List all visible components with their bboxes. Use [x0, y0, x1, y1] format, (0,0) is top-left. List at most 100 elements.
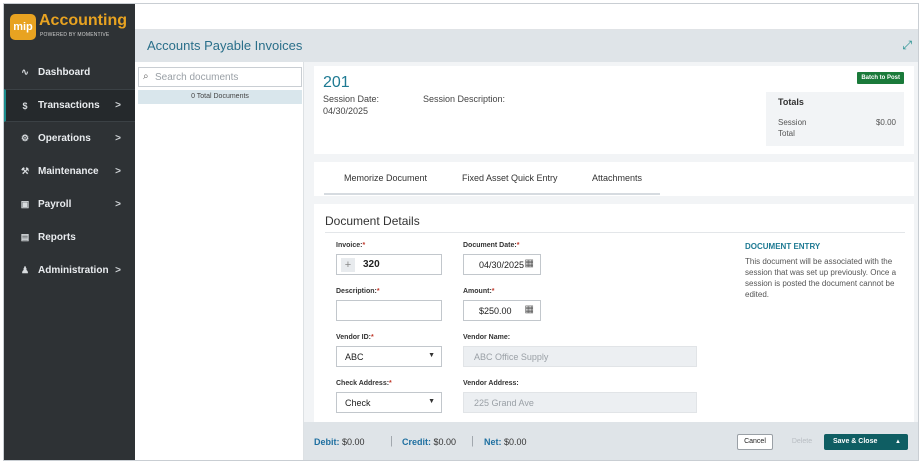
plus-icon[interactable]: + — [341, 258, 355, 272]
tab-memorize-document[interactable]: Memorize Document — [344, 173, 427, 183]
save-close-button[interactable]: Save & Close ▲ — [824, 434, 908, 450]
divider — [325, 232, 905, 233]
caret-up-icon[interactable]: ▲ — [895, 434, 901, 450]
chevron-right-icon: > — [115, 166, 121, 177]
amount-value: $250.00 — [479, 306, 512, 316]
amount-label: Amount:* — [463, 288, 495, 295]
invoice-value: 320 — [363, 259, 380, 270]
sidebar-item-label: Administration — [38, 265, 109, 276]
sidebar-item-reports[interactable]: ▤ Reports — [4, 221, 135, 254]
calculator-icon[interactable]: ▦ — [525, 304, 534, 315]
document-date-label: Document Date:* — [463, 242, 520, 249]
vendor-name-field: ABC Office Supply — [463, 346, 697, 367]
sidebar-item-maintenance[interactable]: ⚒ Maintenance > — [4, 155, 135, 188]
dollar-icon: $ — [22, 100, 28, 111]
sidebar-item-label: Dashboard — [38, 67, 91, 78]
session-card: 201 Session Date: 04/30/2025 Session Des… — [314, 66, 914, 154]
vendor-address-value: 225 Grand Ave — [474, 398, 534, 408]
totals-title: Totals — [778, 97, 804, 107]
document-date-field[interactable]: 04/30/2025 ▦ — [463, 254, 541, 275]
search-box: ⌕ — [138, 67, 302, 87]
tab-fixed-asset-quick-entry[interactable]: Fixed Asset Quick Entry — [462, 173, 558, 183]
logo-title: Accounting — [39, 12, 127, 29]
description-label: Description:* — [336, 288, 380, 295]
session-number: 201 — [323, 74, 350, 91]
amount-field[interactable]: $250.00 ▦ — [463, 300, 541, 321]
vendor-name-value: ABC Office Supply — [474, 352, 549, 362]
vendor-address-field: 225 Grand Ave — [463, 392, 697, 413]
credit-total: Credit: $0.00 — [402, 437, 457, 447]
totals-panel: Totals Session Total $0.00 — [766, 92, 904, 146]
check-address-value: Check — [345, 398, 371, 408]
sidebar-item-label: Transactions — [38, 100, 100, 111]
delete-button[interactable]: Delete — [787, 434, 817, 450]
document-icon: ▤ — [20, 232, 30, 242]
session-date-value: 04/30/2025 — [323, 106, 369, 116]
logo-subtitle: POWERED BY MOMENTIVE — [40, 32, 110, 38]
vendor-id-value: ABC — [345, 352, 364, 362]
search-input[interactable] — [155, 70, 295, 84]
invoice-label: Invoice:* — [336, 242, 366, 249]
sidebar-item-operations[interactable]: ⚙ Operations > — [4, 122, 135, 155]
calendar-icon[interactable]: ▦ — [525, 258, 534, 269]
logo: mip Accounting POWERED BY MOMENTIVE — [8, 12, 132, 42]
chart-line-icon: ∿ — [21, 67, 29, 77]
separator: | — [471, 435, 474, 447]
document-date-value: 04/30/2025 — [479, 260, 525, 270]
cancel-button[interactable]: Cancel — [737, 434, 773, 450]
save-close-label: Save & Close — [833, 438, 878, 445]
sidebar-item-label: Payroll — [38, 199, 72, 210]
net-total: Net: $0.00 — [484, 437, 527, 447]
footer-bar: Debit: $0.00 | Credit: $0.00 | Net: $0.0… — [304, 422, 918, 460]
separator: | — [390, 435, 393, 447]
sidebar: mip Accounting POWERED BY MOMENTIVE ∿ Da… — [4, 4, 135, 460]
tabs-bar: Memorize Document Fixed Asset Quick Entr… — [314, 162, 914, 196]
money-icon: ▣ — [20, 199, 30, 209]
vendor-name-label: Vendor Name: — [463, 334, 511, 341]
sidebar-item-payroll[interactable]: ▣ Payroll > — [4, 188, 135, 221]
check-address-label: Check Address:* — [336, 380, 392, 387]
sidebar-item-transactions[interactable]: $ Transactions > — [4, 89, 135, 122]
document-entry-text: This document will be associated with th… — [745, 257, 897, 299]
session-date-label: Session Date: — [323, 94, 380, 104]
top-bar — [135, 4, 918, 30]
chevron-right-icon: > — [115, 133, 121, 144]
tab-attachments[interactable]: Attachments — [592, 173, 642, 183]
vendor-address-label: Vendor Address: — [463, 380, 519, 387]
invoice-field[interactable]: + 320 — [336, 254, 442, 275]
tabs-underline — [324, 193, 660, 195]
check-address-select[interactable]: Check ▼ — [336, 392, 442, 413]
document-list-panel: ⌕ 0 Total Documents — [135, 62, 304, 460]
page-title: Accounts Payable Invoices — [147, 38, 303, 53]
logo-badge: mip — [10, 14, 36, 40]
description-field[interactable] — [336, 300, 442, 321]
session-total-label-2: Total — [778, 129, 795, 138]
document-count: 0 Total Documents — [138, 90, 302, 104]
document-entry-title: DOCUMENT ENTRY — [745, 242, 821, 251]
sidebar-item-label: Maintenance — [38, 166, 99, 177]
title-bar: Accounts Payable Invoices ⤢ — [135, 30, 918, 62]
batch-to-post-button[interactable]: Batch to Post — [857, 72, 904, 84]
sidebar-nav: ∿ Dashboard $ Transactions > ⚙ Operation… — [4, 56, 135, 287]
sidebar-item-dashboard[interactable]: ∿ Dashboard — [4, 56, 135, 89]
expand-icon[interactable]: ⤢ — [902, 38, 912, 53]
users-icon: ♟ — [20, 265, 30, 275]
chevron-right-icon: > — [115, 199, 121, 210]
chevron-right-icon: > — [115, 100, 121, 111]
vendor-id-select[interactable]: ABC ▼ — [336, 346, 442, 367]
debit-total: Debit: $0.00 — [314, 437, 365, 447]
app-window: mip Accounting POWERED BY MOMENTIVE ∿ Da… — [3, 3, 919, 461]
gears-icon: ⚙ — [20, 133, 30, 143]
sidebar-item-label: Operations — [38, 133, 91, 144]
wrench-icon: ⚒ — [20, 166, 30, 176]
document-details-title: Document Details — [325, 214, 420, 228]
chevron-right-icon: > — [115, 265, 121, 276]
chevron-down-icon: ▼ — [428, 352, 435, 359]
sidebar-item-administration[interactable]: ♟ Administration > — [4, 254, 135, 287]
main-content: 201 Session Date: 04/30/2025 Session Des… — [304, 62, 918, 460]
session-total-value: $0.00 — [875, 118, 896, 127]
vendor-id-label: Vendor ID:* — [336, 334, 374, 341]
sidebar-item-label: Reports — [38, 232, 76, 243]
session-description-label: Session Description: — [423, 94, 506, 104]
session-total-label: Session — [778, 118, 807, 127]
